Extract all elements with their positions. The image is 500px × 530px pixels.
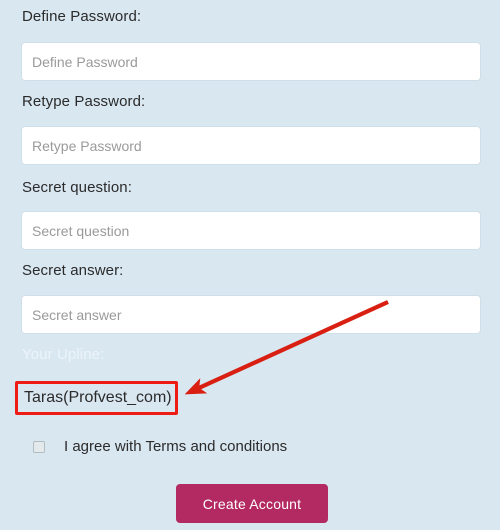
secret-answer-input[interactable] bbox=[22, 296, 480, 333]
your-upline-label: Your Upline: bbox=[22, 346, 105, 363]
create-account-button[interactable]: Create Account bbox=[176, 484, 328, 523]
terms-checkbox[interactable] bbox=[33, 440, 45, 453]
secret-question-input[interactable] bbox=[22, 212, 480, 249]
define-password-input[interactable] bbox=[22, 43, 480, 80]
retype-password-label: Retype Password: bbox=[22, 93, 146, 110]
upline-value: Taras(Profvest_com) bbox=[24, 389, 172, 406]
terms-label: I agree with Terms and conditions bbox=[64, 438, 288, 455]
retype-password-input[interactable] bbox=[22, 127, 480, 164]
terms-agreement-row[interactable]: I agree with Terms and conditions bbox=[33, 438, 287, 455]
secret-answer-label: Secret answer: bbox=[22, 262, 124, 279]
registration-form: Define Password: Retype Password: Secret… bbox=[0, 0, 500, 530]
secret-question-label: Secret question: bbox=[22, 179, 132, 196]
define-password-label: Define Password: bbox=[22, 8, 142, 25]
